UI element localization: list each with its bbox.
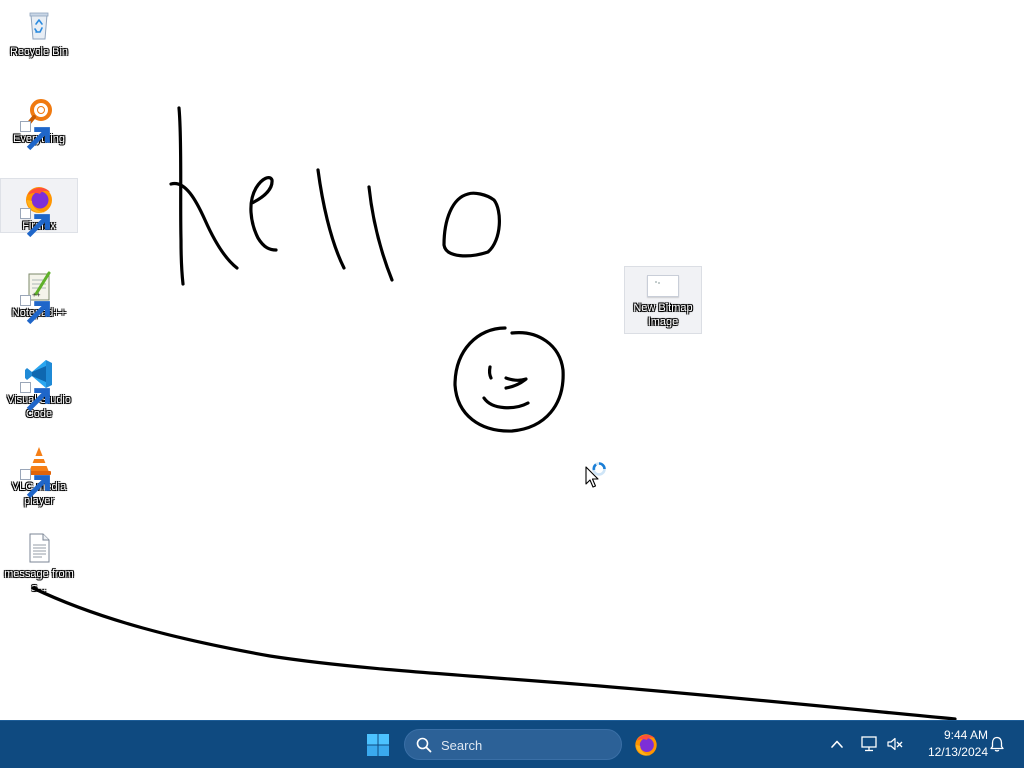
search-icon <box>416 737 432 753</box>
windows-start-icon <box>367 734 389 756</box>
shortcut-arrow-icon <box>20 208 50 238</box>
shortcut-arrow-icon <box>20 469 50 499</box>
desktop-icon-recycle-bin[interactable]: Recycle Bin <box>0 4 78 60</box>
notepad-plus-plus-icon: ++ <box>20 270 56 325</box>
vscode-icon <box>20 357 56 412</box>
firefox-icon <box>20 183 56 238</box>
network-icon[interactable] <box>860 735 878 753</box>
volume-muted-icon[interactable] <box>886 735 904 753</box>
desktop-icon-firefox[interactable]: Firefox <box>0 178 78 238</box>
desktop-icon-notepad-plus-plus[interactable]: ++ Notepad++ <box>0 265 78 325</box>
start-button[interactable] <box>364 731 392 759</box>
desktop-icon-label: Recycle Bin <box>9 46 69 58</box>
desktop-icon-label: New Bitmap Image <box>633 302 693 328</box>
clock-date: 12/13/2024 <box>927 745 988 759</box>
shortcut-arrow-icon <box>20 121 50 151</box>
bell-icon[interactable] <box>988 735 1006 753</box>
taskbar: Search 9:44 AM 12/13/2024 <box>0 720 1024 768</box>
search-box[interactable]: Search <box>404 729 622 760</box>
search-placeholder: Search <box>441 738 483 753</box>
chevron-up-icon[interactable] <box>830 737 844 751</box>
firefox-icon <box>635 734 657 756</box>
vlc-icon <box>20 444 56 499</box>
taskbar-clock[interactable]: 9:44 AM 12/13/2024 <box>912 727 988 761</box>
desktop-icon-everything[interactable]: Everything <box>0 91 78 151</box>
taskbar-firefox-button[interactable] <box>632 731 660 759</box>
text-document-icon <box>22 531 56 565</box>
clock-time: 9:44 AM <box>943 728 988 742</box>
shortcut-arrow-icon <box>20 295 50 325</box>
hand-drawing <box>31 106 957 720</box>
everything-search-icon <box>20 96 56 151</box>
desktop-icon-message-file[interactable]: message from s... <box>0 526 78 596</box>
desktop[interactable]: Recycle Bin Everything Firefox ++ Notepa… <box>0 0 1024 720</box>
bitmap-image-icon <box>647 275 679 297</box>
desktop-icon-vscode[interactable]: Visual Studio Code <box>0 352 78 422</box>
desktop-icon-vlc[interactable]: VLC media player <box>0 439 78 509</box>
shortcut-arrow-icon <box>20 382 50 412</box>
desktop-icon-new-bitmap-image[interactable]: New Bitmap Image <box>624 266 702 334</box>
recycle-bin-icon <box>22 9 56 43</box>
desktop-icon-label: message from s... <box>4 568 74 594</box>
busy-cursor-icon <box>585 461 611 489</box>
